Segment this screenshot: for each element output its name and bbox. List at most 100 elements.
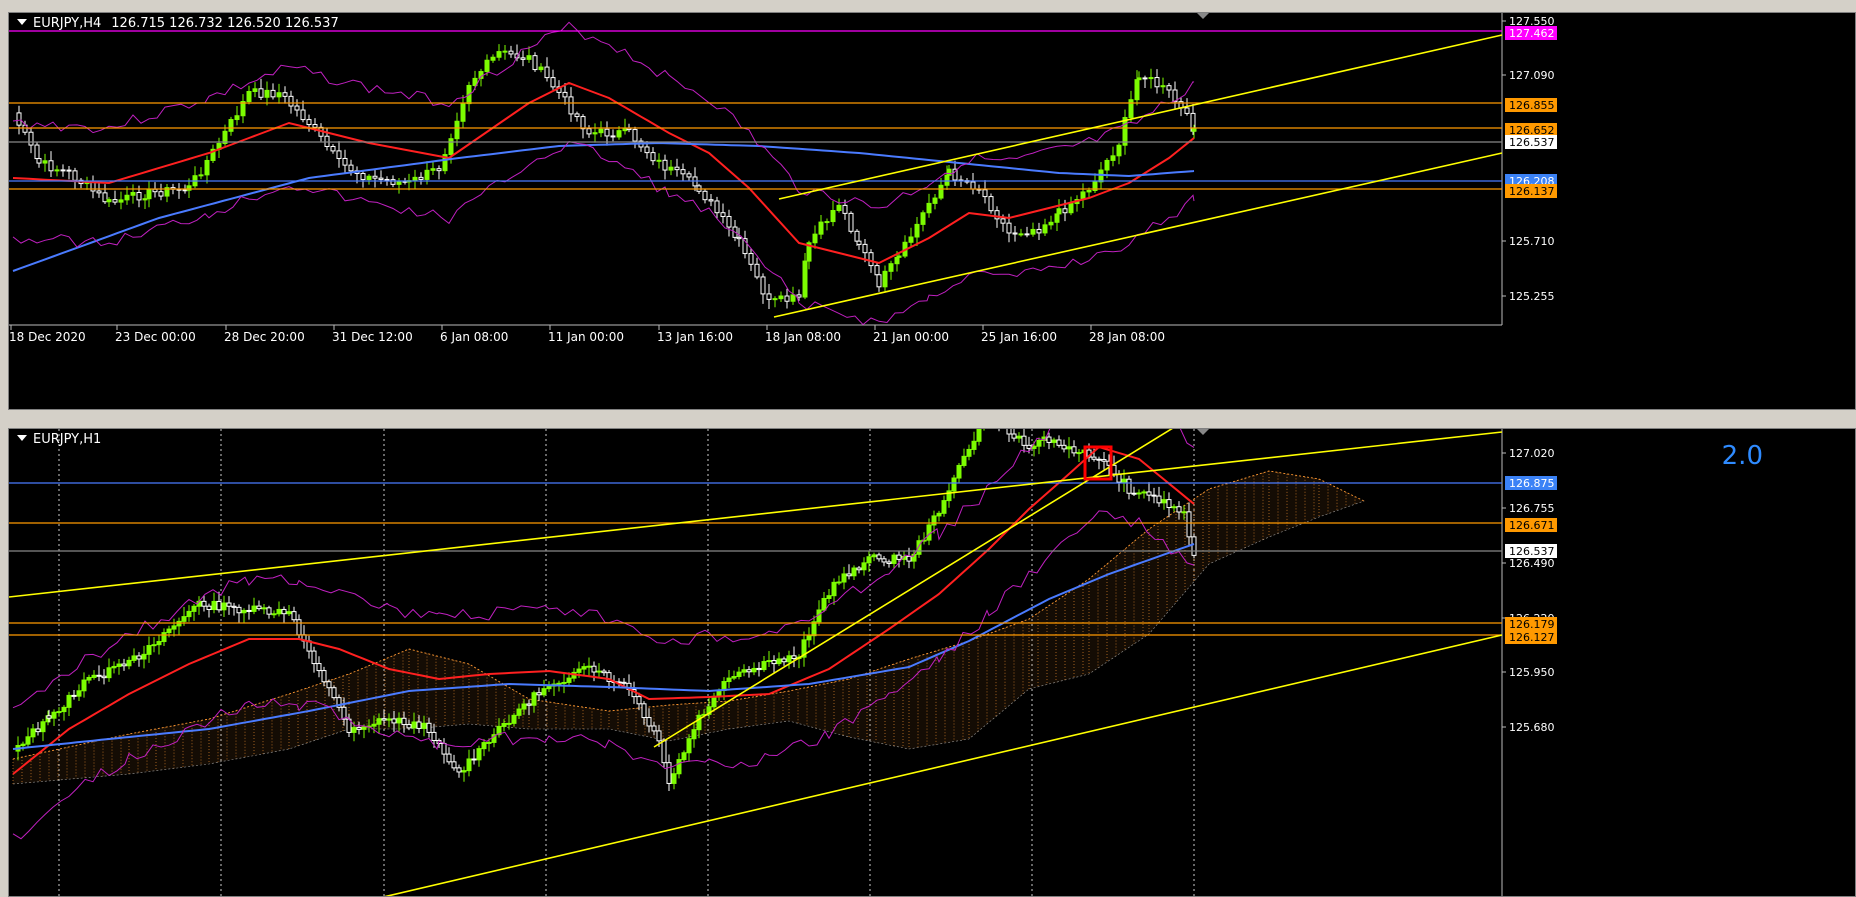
candle-body [56, 711, 62, 714]
candle-body [72, 170, 78, 181]
candle-body [526, 55, 532, 60]
candle-body [1036, 439, 1042, 447]
candle-body [252, 88, 258, 93]
candle-body [580, 116, 586, 130]
candle-body [431, 731, 437, 742]
candle-body [988, 196, 994, 212]
candle-body [396, 717, 402, 724]
candle-body [941, 500, 947, 514]
candle-body [206, 605, 212, 611]
candle-body [1061, 444, 1067, 450]
candle-body [1056, 439, 1062, 446]
candle-body [521, 703, 527, 710]
candle-body [586, 665, 592, 668]
candle-body [868, 252, 874, 267]
candle-body [34, 144, 40, 160]
candle-body [441, 742, 447, 755]
candle-body [556, 682, 562, 685]
candle-body [96, 674, 102, 677]
candle-body [276, 92, 282, 98]
candle-body [406, 724, 412, 729]
chart-window-h4[interactable]: EURJPY,H4 126.715 126.732 126.520 126.537… [8, 12, 1856, 410]
candle-body [508, 50, 514, 55]
candle-body [646, 717, 652, 727]
candle-body [714, 200, 720, 214]
candle-body [258, 88, 264, 98]
candle-body [748, 253, 754, 265]
window-splitter[interactable] [0, 410, 1856, 428]
candle-body [36, 158, 42, 164]
candle-body [424, 169, 430, 180]
candle-body [166, 628, 172, 634]
candle-body [1141, 491, 1147, 494]
candle-body [372, 175, 378, 179]
price-level-tag: 126.537 [1509, 136, 1555, 149]
price-chart-h1[interactable]: 127.285127.020126.755126.490126.220125.9… [9, 429, 1856, 897]
candle-body [326, 681, 332, 689]
candle-body [231, 605, 237, 608]
candle-body [1018, 233, 1024, 236]
candle-body [592, 132, 598, 135]
candle-body [342, 157, 348, 166]
candle-body [448, 138, 454, 156]
time-axis-label: 31 Dec 12:00 [332, 330, 413, 344]
candle-body [882, 270, 888, 288]
candle-body [1026, 444, 1032, 449]
candle-body [686, 738, 692, 754]
candle-body [888, 263, 894, 272]
candle-body [561, 681, 567, 684]
chart-window-h1[interactable]: EURJPY,H1 2.0 127.285127.020126.755126.4… [8, 428, 1856, 897]
candle-body [264, 89, 270, 98]
candle-body [708, 199, 714, 202]
candle-body [1091, 456, 1097, 460]
candle-body [1016, 435, 1022, 439]
candle-body [321, 670, 327, 683]
candle-body [711, 695, 717, 708]
candle-body [790, 294, 796, 302]
candle-body [961, 455, 967, 466]
candle-body [956, 464, 962, 479]
dropdown-triangle-icon[interactable] [17, 435, 27, 441]
candle-body [604, 128, 610, 137]
candle-body [360, 172, 366, 181]
candle-body [42, 160, 48, 164]
candle-body [481, 742, 487, 750]
candle-body [261, 607, 267, 610]
candle-body [386, 718, 392, 721]
candle-body [136, 655, 142, 660]
candle-body [576, 668, 582, 673]
candle-body [234, 115, 240, 121]
time-axis-label: 28 Dec 20:00 [224, 330, 305, 344]
candle-body [596, 670, 602, 673]
price-tick-label: 127.090 [1509, 69, 1555, 82]
candle-body [862, 243, 868, 254]
time-axis-label: 28 Jan 08:00 [1089, 330, 1165, 344]
dropdown-triangle-icon[interactable] [17, 19, 27, 25]
candle-body [821, 597, 827, 611]
candle-body [778, 295, 784, 300]
candle-body [201, 600, 207, 607]
price-level-tag: 126.671 [1509, 519, 1555, 532]
candle-body [490, 56, 496, 61]
candle-body [616, 130, 622, 138]
candle-body [366, 175, 372, 181]
price-tick-label: 125.255 [1509, 290, 1555, 303]
candle-body [356, 727, 362, 730]
price-level-tag: 126.127 [1509, 631, 1555, 644]
candle-body [720, 212, 726, 218]
candle-body [60, 169, 66, 172]
candle-body [1146, 491, 1152, 496]
candle-body [396, 180, 402, 185]
time-axis-label: 6 Jan 08:00 [440, 330, 508, 344]
candle-body [1126, 478, 1132, 494]
price-chart-h4[interactable]: 127.550127.090125.710125.25518 Dec 2020 2… [9, 13, 1856, 410]
candle-body [830, 210, 836, 223]
chart-header-h1: EURJPY,H1 [17, 432, 101, 447]
candle-body [351, 727, 357, 733]
candle-body [538, 66, 544, 71]
candle-body [568, 96, 574, 115]
time-axis-label: 23 Dec 00:00 [115, 330, 196, 344]
candle-body [418, 176, 424, 180]
candle-body [331, 687, 337, 699]
candle-body [1048, 221, 1054, 226]
